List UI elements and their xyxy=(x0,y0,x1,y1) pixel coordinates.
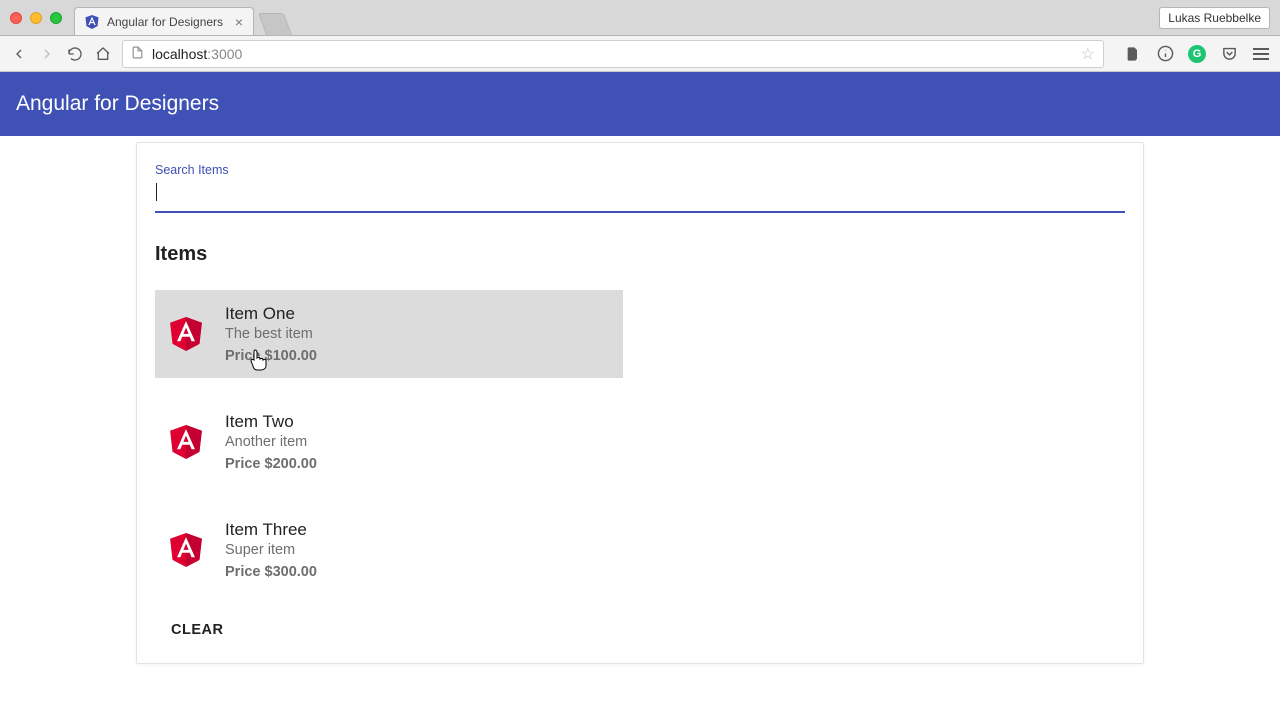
forward-button[interactable] xyxy=(38,45,56,63)
window-minimize-button[interactable] xyxy=(30,12,42,24)
item-title: Item One xyxy=(225,304,317,324)
back-button[interactable] xyxy=(10,45,28,63)
page-body: Search Items Items Item One The best ite… xyxy=(0,136,1280,664)
app-title: Angular for Designers xyxy=(16,92,219,116)
info-extension-icon[interactable] xyxy=(1156,45,1174,63)
extensions-area: G xyxy=(1124,45,1270,63)
window-zoom-button[interactable] xyxy=(50,12,62,24)
app-toolbar: Angular for Designers xyxy=(0,72,1280,136)
content-card: Search Items Items Item One The best ite… xyxy=(136,142,1144,664)
new-tab-button[interactable] xyxy=(258,13,292,35)
url-host: localhost:3000 xyxy=(152,46,242,62)
list-item[interactable]: Item Three Super item Price $300.00 xyxy=(155,506,623,594)
item-subtitle: Another item xyxy=(225,434,317,450)
evernote-extension-icon[interactable] xyxy=(1124,45,1142,63)
browser-menu-button[interactable] xyxy=(1252,45,1270,63)
item-price: Price $300.00 xyxy=(225,564,317,580)
items-list: Item One The best item Price $100.00 Ite… xyxy=(155,290,1125,594)
list-item[interactable]: Item Two Another item Price $200.00 xyxy=(155,398,623,486)
grammarly-extension-icon[interactable]: G xyxy=(1188,45,1206,63)
list-item[interactable]: Item One The best item Price $100.00 xyxy=(155,290,623,378)
pocket-extension-icon[interactable] xyxy=(1220,45,1238,63)
item-subtitle: The best item xyxy=(225,326,317,342)
item-subtitle: Super item xyxy=(225,542,317,558)
angular-shield-icon xyxy=(169,531,203,569)
items-heading: Items xyxy=(155,243,1125,266)
page-info-icon[interactable] xyxy=(131,46,144,62)
search-field: Search Items xyxy=(155,163,1125,213)
address-bar[interactable]: localhost:3000 ☆ xyxy=(122,40,1104,68)
hamburger-icon xyxy=(1253,48,1269,60)
item-title: Item Two xyxy=(225,412,317,432)
browser-tab-title: Angular for Designers xyxy=(107,15,223,29)
profile-badge[interactable]: Lukas Ruebbelke xyxy=(1159,7,1270,29)
search-input[interactable] xyxy=(155,183,1125,213)
search-label: Search Items xyxy=(155,163,1125,177)
clear-button[interactable]: CLEAR xyxy=(171,622,223,638)
bookmark-star-icon[interactable]: ☆ xyxy=(1081,44,1095,64)
window-close-button[interactable] xyxy=(10,12,22,24)
close-tab-icon[interactable]: × xyxy=(235,14,243,30)
browser-toolbar: localhost:3000 ☆ G xyxy=(0,36,1280,72)
traffic-lights xyxy=(10,12,62,24)
browser-tab[interactable]: Angular for Designers × xyxy=(74,7,254,35)
angular-shield-icon xyxy=(169,315,203,353)
angular-favicon-icon xyxy=(85,15,99,29)
item-title: Item Three xyxy=(225,520,317,540)
item-price: Price $100.00 xyxy=(225,348,317,364)
reload-button[interactable] xyxy=(66,45,84,63)
home-button[interactable] xyxy=(94,45,112,63)
window-tab-strip: Angular for Designers × Lukas Ruebbelke xyxy=(0,0,1280,36)
angular-shield-icon xyxy=(169,423,203,461)
item-price: Price $200.00 xyxy=(225,456,317,472)
